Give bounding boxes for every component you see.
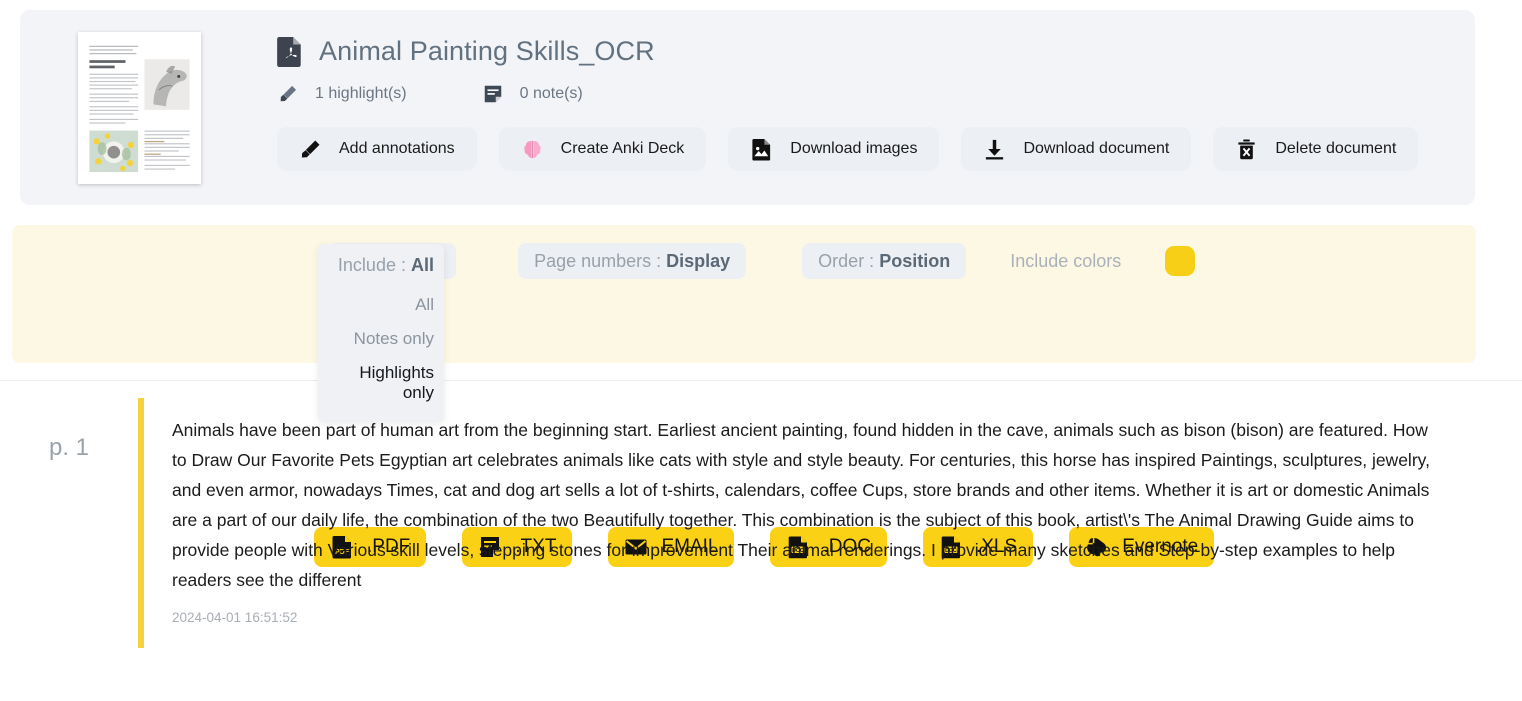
add-annotations-button[interactable]: Add annotations	[277, 127, 477, 171]
download-images-label: Download images	[790, 140, 917, 158]
page-numbers-option-value: Display	[666, 251, 730, 272]
image-file-icon	[750, 138, 773, 161]
download-images-button[interactable]: Download images	[728, 127, 939, 171]
include-dropdown-item-all[interactable]: All	[328, 288, 434, 322]
page-numbers-option-chip[interactable]: Page numbers : Display	[518, 243, 746, 279]
document-actions: Add annotations Create Anki Deck Downloa…	[277, 127, 1440, 171]
note-count: 0 note(s)	[482, 83, 583, 105]
order-option-value: Position	[879, 251, 950, 272]
brain-icon	[521, 138, 544, 161]
include-dropdown-item-highlights-only[interactable]: Highlights only	[328, 356, 434, 410]
document-info: Animal Painting Skills_OCR 1 highlight(s…	[277, 36, 1440, 171]
download-icon	[983, 138, 1006, 161]
delete-document-button[interactable]: Delete document	[1213, 127, 1418, 171]
create-anki-deck-button[interactable]: Create Anki Deck	[499, 127, 707, 171]
highlighter-icon	[299, 138, 322, 161]
pdf-file-icon	[277, 37, 303, 67]
include-dropdown-menu[interactable]: Include : All All Notes only Highlights …	[318, 244, 444, 422]
add-annotations-label: Add annotations	[339, 140, 455, 158]
trash-icon	[1235, 138, 1258, 161]
export-options-row: Include : All Page numbers : Display Ord…	[12, 243, 1476, 279]
include-dropdown-item-notes-only[interactable]: Notes only	[328, 322, 434, 356]
include-colors-label: Include colors	[1010, 251, 1121, 272]
include-dropdown-header-key: Include :	[338, 255, 406, 275]
document-title-row: Animal Painting Skills_OCR	[277, 36, 1440, 67]
download-document-button[interactable]: Download document	[961, 127, 1191, 171]
page-numbers-option-key: Page numbers :	[534, 251, 661, 272]
highlight-content: Animals have been part of human art from…	[144, 398, 1522, 648]
highlight-text[interactable]: Animals have been part of human art from…	[172, 415, 1432, 595]
note-icon	[482, 83, 504, 105]
thumbnail-page-preview	[78, 32, 201, 184]
section-divider	[0, 380, 1522, 381]
document-stats: 1 highlight(s) 0 note(s)	[277, 83, 1440, 105]
page-title: Animal Painting Skills_OCR	[319, 36, 655, 67]
highlight-count-label: 1 highlight(s)	[315, 85, 407, 103]
order-option-chip[interactable]: Order : Position	[802, 243, 966, 279]
delete-document-label: Delete document	[1275, 140, 1396, 158]
document-thumbnail[interactable]	[78, 32, 201, 184]
highlight-timestamp: 2024-04-01 16:51:52	[172, 610, 1432, 625]
note-count-label: 0 note(s)	[520, 85, 583, 103]
include-dropdown-header-value: All	[411, 255, 434, 275]
export-toolbar: Include : All Page numbers : Display Ord…	[12, 225, 1476, 363]
highlight-page-label: p. 1	[0, 398, 138, 648]
create-anki-deck-label: Create Anki Deck	[561, 140, 685, 158]
include-dropdown-header[interactable]: Include : All	[328, 252, 434, 288]
include-colors-swatch[interactable]	[1165, 246, 1195, 276]
highlighter-icon	[277, 83, 299, 105]
document-header-card: Animal Painting Skills_OCR 1 highlight(s…	[20, 10, 1475, 205]
highlight-count: 1 highlight(s)	[277, 83, 407, 105]
order-option-key: Order :	[818, 251, 874, 272]
download-document-label: Download document	[1023, 140, 1169, 158]
highlight-list-item: p. 1 Animals have been part of human art…	[0, 398, 1522, 648]
